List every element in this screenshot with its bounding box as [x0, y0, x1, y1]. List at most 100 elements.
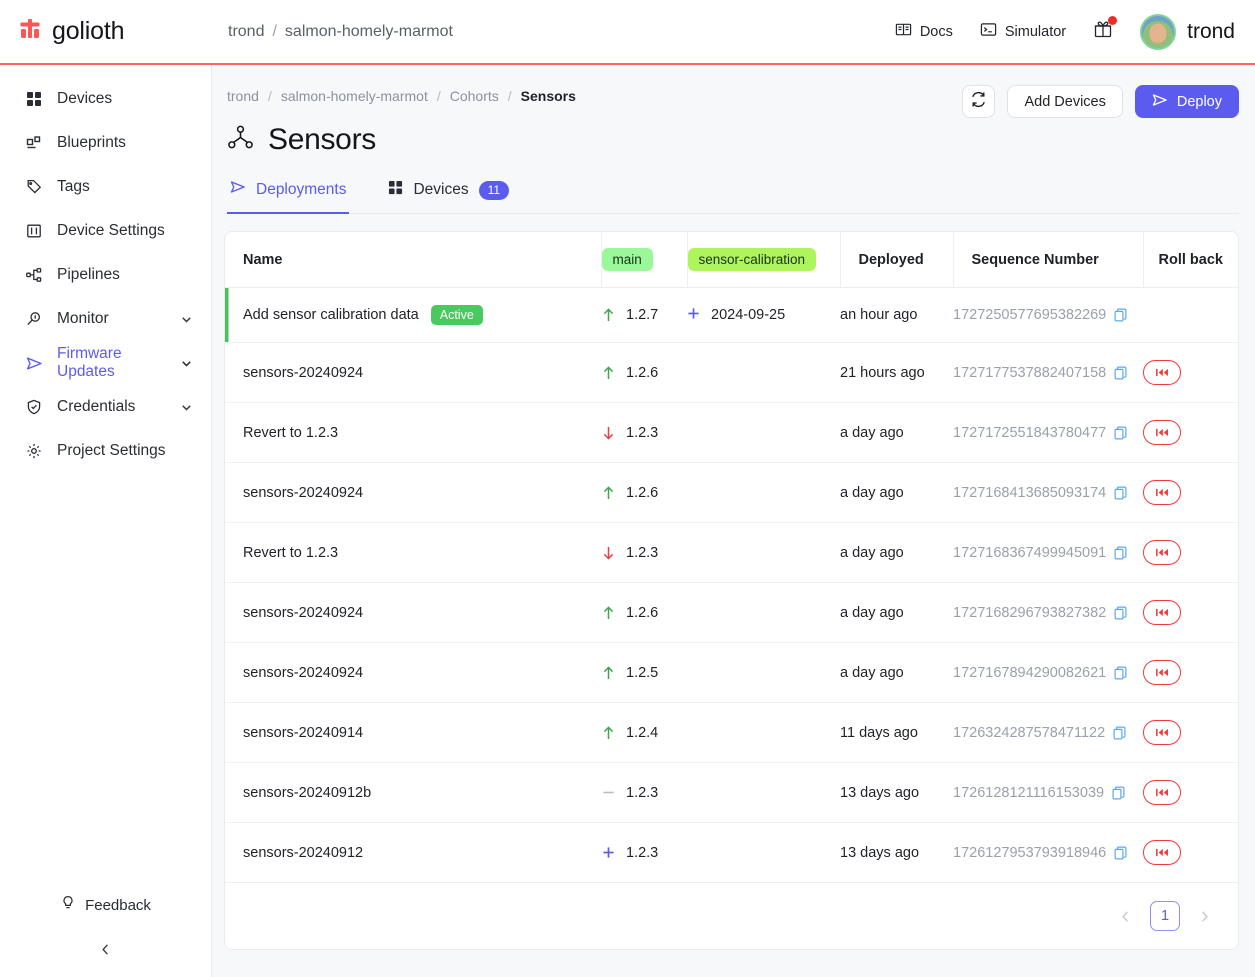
sidebar-collapse-button[interactable]: [0, 927, 211, 977]
table-row[interactable]: sensors-202409241.2.6a day ago1727168296…: [225, 583, 1238, 643]
cell-deployed: a day ago: [840, 463, 953, 523]
user-menu[interactable]: trond: [1140, 14, 1235, 50]
rollback-button[interactable]: [1143, 420, 1181, 445]
rollback-button[interactable]: [1143, 360, 1181, 385]
grid-icon: [388, 180, 403, 200]
rollback-button[interactable]: [1143, 480, 1181, 505]
cell-name: sensors-20240912: [225, 823, 601, 883]
deployments-table: Name main sensor-calibration Deployed Se: [225, 232, 1238, 882]
tab-deployments[interactable]: Deployments: [227, 179, 349, 214]
copy-icon[interactable]: [1114, 546, 1127, 560]
rollback-button[interactable]: [1143, 840, 1181, 865]
add-devices-button[interactable]: Add Devices: [1007, 85, 1122, 118]
gift-button[interactable]: [1093, 19, 1113, 44]
sequence-number: 1727167894290082621: [953, 665, 1106, 681]
username-label: trond: [1187, 20, 1235, 44]
sidebar-item-tags[interactable]: Tags: [0, 165, 211, 209]
cell-rollback: [1143, 403, 1238, 463]
rollback-button[interactable]: [1143, 780, 1181, 805]
copy-icon[interactable]: [1114, 426, 1127, 440]
deployment-name: sensors-20240924: [243, 605, 363, 621]
branch-chip[interactable]: main: [602, 248, 653, 271]
cell-sequence: 1727250577695382269: [953, 288, 1143, 343]
sidebar-item-pipelines[interactable]: Pipelines: [0, 253, 211, 297]
cell-release: [687, 823, 840, 883]
trend-up-icon: [601, 606, 615, 620]
cell-version: 1.2.7: [601, 288, 687, 343]
table-row[interactable]: sensors-202409141.2.411 days ago17263242…: [225, 703, 1238, 763]
sidebar-item-blueprints[interactable]: Blueprints: [0, 121, 211, 165]
gear-icon: [25, 442, 43, 460]
version-label: 1.2.6: [626, 485, 658, 501]
breadcrumb-item-current: Sensors: [521, 88, 576, 104]
table-header-row: Name main sensor-calibration Deployed Se: [225, 232, 1238, 288]
cell-release: [687, 763, 840, 823]
refresh-button[interactable]: [962, 85, 995, 118]
app-root: golioth trond / salmon-homely-marmot Doc…: [0, 0, 1255, 977]
table-row[interactable]: Revert to 1.2.31.2.3a day ago17271683674…: [225, 523, 1238, 583]
cell-rollback: [1143, 583, 1238, 643]
cell-release: [687, 643, 840, 703]
sequence-number: 1726127953793918946: [953, 845, 1106, 861]
cell-name: sensors-20240912b: [225, 763, 601, 823]
brand-name: golioth: [52, 17, 124, 46]
breadcrumb-item-org[interactable]: trond: [227, 88, 259, 104]
table-row[interactable]: Add sensor calibration dataActive1.2.720…: [225, 288, 1238, 343]
rollback-button[interactable]: [1143, 600, 1181, 625]
brand-logo[interactable]: golioth: [0, 16, 212, 47]
copy-icon[interactable]: [1114, 486, 1127, 500]
sidebar-nav: Devices Blueprints Tag: [0, 65, 211, 473]
top-breadcrumb-project[interactable]: salmon-homely-marmot: [285, 23, 453, 41]
cell-deployed: 21 hours ago: [840, 343, 953, 403]
sequence-number: 1727168413685093174: [953, 485, 1106, 501]
pagination-next[interactable]: [1193, 905, 1216, 928]
sidebar-item-devices[interactable]: Devices: [0, 77, 211, 121]
copy-icon[interactable]: [1112, 786, 1125, 800]
release-glyph-icon: [687, 307, 700, 324]
feedback-label: Feedback: [85, 897, 151, 914]
rollback-button[interactable]: [1143, 540, 1181, 565]
sidebar-item-monitor[interactable]: Monitor: [0, 297, 211, 341]
deploy-button[interactable]: Deploy: [1135, 85, 1239, 118]
rollback-button[interactable]: [1143, 720, 1181, 745]
deployment-name: sensors-20240924: [243, 665, 363, 681]
pagination: 1: [225, 882, 1238, 949]
cell-sequence: 1727168413685093174: [953, 463, 1143, 523]
chevron-down-icon: [180, 357, 193, 370]
copy-icon[interactable]: [1114, 666, 1127, 680]
table-row[interactable]: sensors-202409241.2.5a day ago1727167894…: [225, 643, 1238, 703]
version-label: 1.2.4: [626, 725, 658, 741]
copy-icon[interactable]: [1113, 726, 1126, 740]
sequence-number: 1727172551843780477: [953, 425, 1106, 441]
copy-icon[interactable]: [1114, 366, 1127, 380]
sidebar-item-project-settings[interactable]: Project Settings: [0, 429, 211, 473]
cell-deployed: 11 days ago: [840, 703, 953, 763]
table-row[interactable]: sensors-202409121.2.313 days ago17261279…: [225, 823, 1238, 883]
docs-link[interactable]: Docs: [895, 21, 953, 42]
table-row[interactable]: sensors-202409241.2.621 hours ago1727177…: [225, 343, 1238, 403]
sidebar-item-device-settings[interactable]: Device Settings: [0, 209, 211, 253]
cell-deployed: an hour ago: [840, 288, 953, 343]
column-header-release: sensor-calibration: [687, 232, 840, 288]
table-row[interactable]: sensors-20240912b1.2.313 days ago1726128…: [225, 763, 1238, 823]
table-row[interactable]: Revert to 1.2.31.2.3a day ago17271725518…: [225, 403, 1238, 463]
copy-icon[interactable]: [1114, 606, 1127, 620]
table-row[interactable]: sensors-202409241.2.6a day ago1727168413…: [225, 463, 1238, 523]
sidebar-item-firmware-updates[interactable]: Firmware Updates: [0, 341, 211, 385]
breadcrumb-item-cohorts[interactable]: Cohorts: [450, 88, 499, 104]
rollback-button[interactable]: [1143, 660, 1181, 685]
pagination-prev[interactable]: [1114, 905, 1137, 928]
sidebar-item-label: Devices: [57, 90, 112, 108]
copy-icon[interactable]: [1114, 846, 1127, 860]
feedback-button[interactable]: Feedback: [0, 883, 211, 927]
breadcrumb-item-project[interactable]: salmon-homely-marmot: [281, 88, 428, 104]
cell-rollback: [1143, 288, 1238, 343]
version-label: 1.2.3: [626, 425, 658, 441]
sidebar-item-credentials[interactable]: Credentials: [0, 385, 211, 429]
simulator-link[interactable]: Simulator: [980, 21, 1066, 42]
release-chip[interactable]: sensor-calibration: [688, 248, 817, 271]
pagination-page-1[interactable]: 1: [1150, 901, 1180, 931]
top-breadcrumb-org[interactable]: trond: [228, 23, 264, 41]
tab-devices[interactable]: Devices 11: [385, 180, 512, 214]
copy-icon[interactable]: [1114, 308, 1127, 322]
